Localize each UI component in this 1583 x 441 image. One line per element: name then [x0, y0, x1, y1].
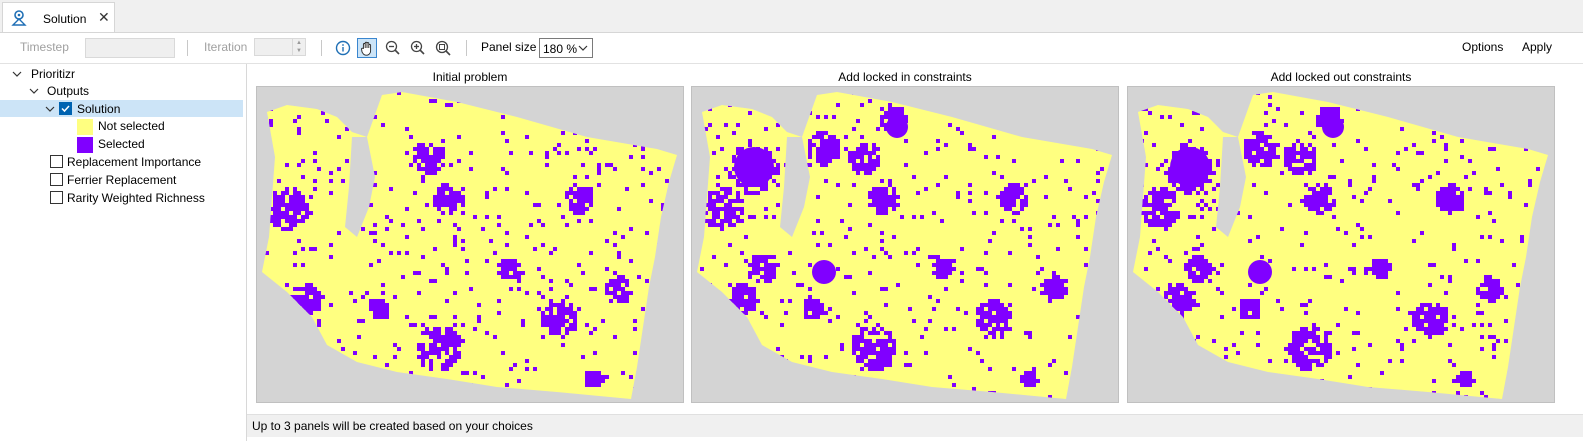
tree-item-rarity-weighted-richness[interactable]: Rarity Weighted Richness	[0, 189, 243, 206]
options-button[interactable]: Options	[1462, 40, 1503, 54]
legend-swatch	[77, 119, 93, 135]
timestep-label: Timestep	[20, 40, 69, 54]
panel-size-value: 180 %	[543, 42, 578, 56]
apply-button[interactable]: Apply	[1522, 40, 1552, 54]
iteration-label: Iteration	[204, 40, 248, 54]
panel-title: Add locked out constraints	[1270, 70, 1412, 84]
tree-item-label: Solution	[77, 102, 121, 116]
divider	[321, 40, 322, 56]
zoom-in-icon[interactable]	[408, 38, 428, 58]
tree-item-label: Replacement Importance	[67, 155, 202, 169]
close-icon[interactable]: ✕	[98, 9, 110, 26]
legend-label: Not selected	[98, 119, 165, 133]
land-area	[1133, 92, 1548, 399]
solution-map	[262, 92, 677, 399]
chevron-down-icon	[578, 42, 588, 57]
layer-checkbox[interactable]	[50, 155, 63, 168]
solution-map	[1133, 92, 1548, 399]
chevron-down-icon[interactable]	[29, 85, 39, 99]
legend-item-selected: Selected	[0, 135, 243, 153]
chevron-down-icon[interactable]	[45, 103, 55, 117]
solution-map	[697, 92, 1112, 399]
info-icon[interactable]	[333, 38, 353, 58]
panel-title: Add locked in constraints	[838, 70, 972, 84]
map-pin-icon	[11, 9, 27, 27]
solution-checkbox[interactable]	[59, 102, 72, 115]
tree-item-ferrier-replacement[interactable]: Ferrier Replacement	[0, 171, 243, 188]
tab-strip: Solution ✕	[0, 0, 1583, 33]
panel-title: Initial problem	[432, 70, 508, 84]
panel-size-label: Panel size	[481, 40, 537, 54]
layer-checkbox[interactable]	[50, 191, 63, 204]
legend-item-not-selected: Not selected	[0, 117, 243, 135]
tree-item-label: Rarity Weighted Richness	[67, 191, 205, 205]
tree-item-solution[interactable]: Solution	[0, 100, 243, 117]
timestep-slider[interactable]	[85, 38, 175, 58]
status-bar: Up to 3 panels will be created based on …	[247, 414, 1583, 437]
zoom-out-icon[interactable]	[383, 38, 403, 58]
tree-item-label: Prioritizr	[31, 67, 75, 81]
panels-area: Initial problem Add locked in constraint…	[247, 64, 1583, 414]
status-text: Up to 3 panels will be created based on …	[252, 419, 533, 433]
map-panel-initial[interactable]	[256, 86, 684, 403]
legend-label: Selected	[98, 137, 145, 151]
legend-swatch	[77, 137, 93, 153]
tab-label: Solution	[43, 12, 87, 26]
pan-hand-icon[interactable]	[357, 38, 377, 58]
tree-item-label: Ferrier Replacement	[67, 173, 177, 187]
panel-size-select[interactable]: 180 %	[539, 38, 593, 58]
zoom-extent-icon[interactable]	[433, 38, 453, 58]
tree-item-prioritizr[interactable]: Prioritizr	[0, 65, 243, 82]
divider	[466, 40, 467, 56]
tab-solution[interactable]: Solution ✕	[2, 2, 115, 32]
iteration-stepper[interactable]: ▲ ▼	[254, 38, 306, 56]
toolbar: Timestep Iteration ▲ ▼ Panel size 180 % O…	[0, 33, 1583, 64]
tree-item-replacement-importance[interactable]: Replacement Importance	[0, 153, 243, 170]
map-panel-locked-in[interactable]	[691, 86, 1119, 403]
divider	[187, 40, 188, 56]
layer-tree: Prioritizr Outputs Solution Not selected…	[0, 64, 247, 441]
stepper-arrows-icon[interactable]: ▲ ▼	[292, 39, 305, 55]
layer-checkbox[interactable]	[50, 173, 63, 186]
tree-item-outputs[interactable]: Outputs	[0, 82, 243, 99]
tree-item-label: Outputs	[47, 84, 90, 98]
map-panel-locked-out[interactable]	[1127, 86, 1555, 403]
chevron-down-icon[interactable]	[12, 68, 22, 82]
